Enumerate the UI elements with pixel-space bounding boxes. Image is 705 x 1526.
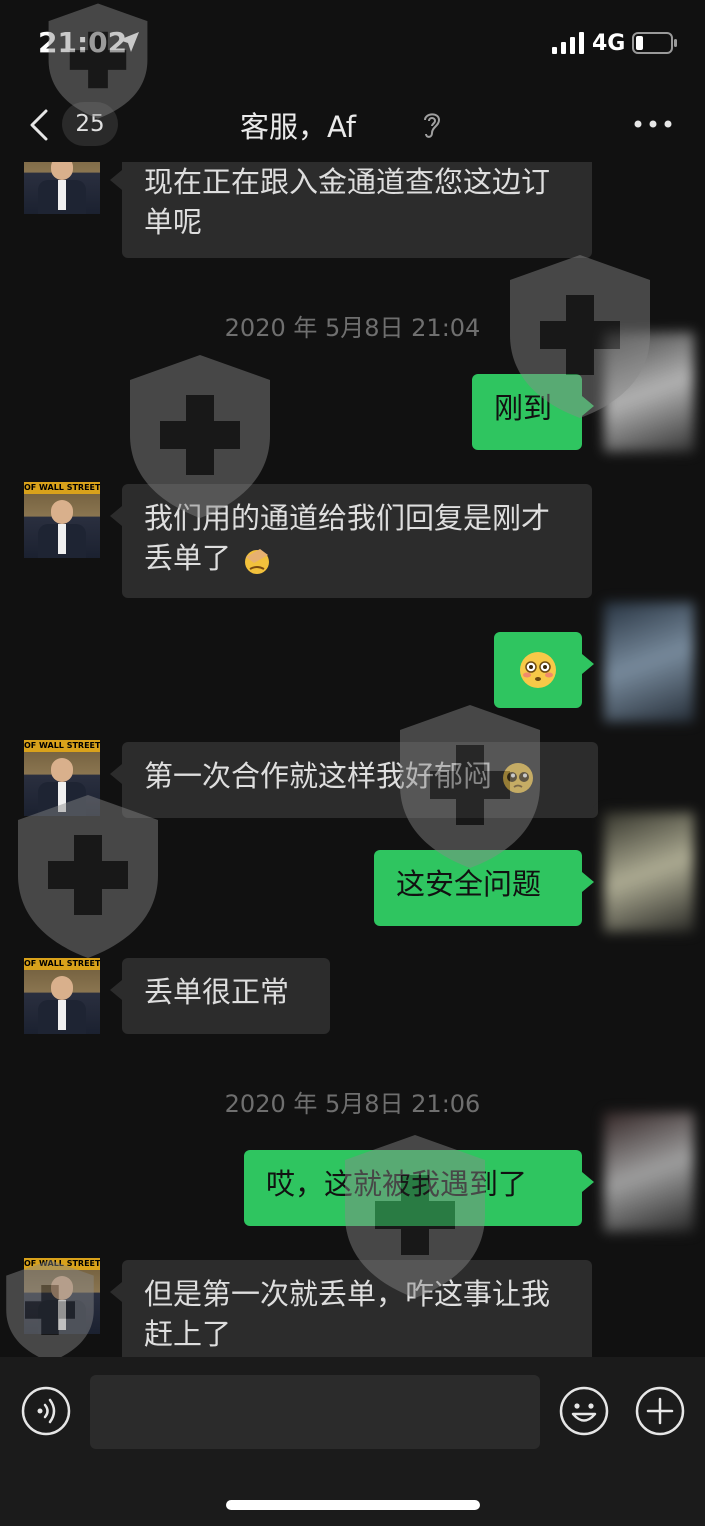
chat-title: 客服，Af	[240, 110, 357, 144]
message-bubble-incoming[interactable]: 现在正在跟入金通道查您这边订单呢	[110, 162, 592, 258]
message-bubble-outgoing[interactable]: 哎，这就被我遇到了	[244, 1150, 594, 1226]
message-bubble-incoming[interactable]: 第一次合作就这样我好郁闷	[110, 742, 598, 818]
status-bar: 21:02 4G	[0, 0, 705, 90]
home-indicator[interactable]	[226, 1500, 480, 1510]
message-bubble-outgoing[interactable]: 这安全问题	[374, 850, 594, 926]
home-bar-area	[0, 1467, 705, 1526]
plus-icon[interactable]	[634, 1385, 686, 1437]
message-bubble-incoming[interactable]: 但是第一次就丢单，咋这事让我赶上了	[110, 1260, 592, 1357]
contact-avatar[interactable]: OF WALL STREET	[24, 958, 100, 1034]
more-dots-icon[interactable]	[632, 114, 674, 134]
message-bubble-incoming[interactable]: 丢单很正常	[110, 958, 330, 1034]
chevron-left-icon[interactable]	[26, 108, 56, 142]
smiley-icon[interactable]	[558, 1385, 610, 1437]
message-composer	[0, 1357, 705, 1467]
timestamp: 2020 年 5月8日 21:04	[224, 314, 481, 342]
status-time: 21:02	[38, 26, 128, 59]
message-input[interactable]	[90, 1375, 540, 1449]
battery-icon	[632, 32, 677, 54]
contact-avatar[interactable]: OF WALL STREET	[24, 162, 100, 214]
location-arrow-icon	[119, 32, 139, 52]
unread-count-badge[interactable]: 25	[62, 102, 118, 146]
timestamp: 2020 年 5月8日 21:06	[224, 1090, 481, 1118]
facepalm-emoji	[245, 549, 270, 574]
contact-avatar[interactable]: OF WALL STREET	[24, 1258, 100, 1334]
own-avatar-blurred	[604, 812, 694, 932]
own-avatar-blurred	[604, 1112, 694, 1232]
signal-bars-icon	[552, 32, 584, 54]
chat-header: 25 客服，Af	[0, 92, 705, 162]
chat-message-list[interactable]: OF WALL STREET 现在正在跟入金通道查您这边订单呢 2020 年 5…	[0, 162, 705, 1357]
contact-avatar[interactable]: OF WALL STREET	[24, 740, 100, 816]
flushed-face-emoji	[520, 652, 556, 688]
contact-avatar[interactable]: OF WALL STREET	[24, 482, 100, 558]
own-avatar-blurred	[604, 332, 694, 452]
message-bubble-incoming[interactable]: 我们用的通道给我们回复是刚才丢单了	[110, 484, 592, 598]
message-bubble-outgoing[interactable]	[494, 632, 594, 708]
message-bubble-outgoing[interactable]: 刚到	[472, 374, 594, 450]
pleading-face-emoji	[503, 763, 534, 793]
voice-icon[interactable]	[20, 1385, 72, 1437]
own-avatar-blurred	[604, 602, 694, 722]
network-type-label: 4G	[592, 31, 626, 56]
ear-icon	[424, 113, 441, 138]
